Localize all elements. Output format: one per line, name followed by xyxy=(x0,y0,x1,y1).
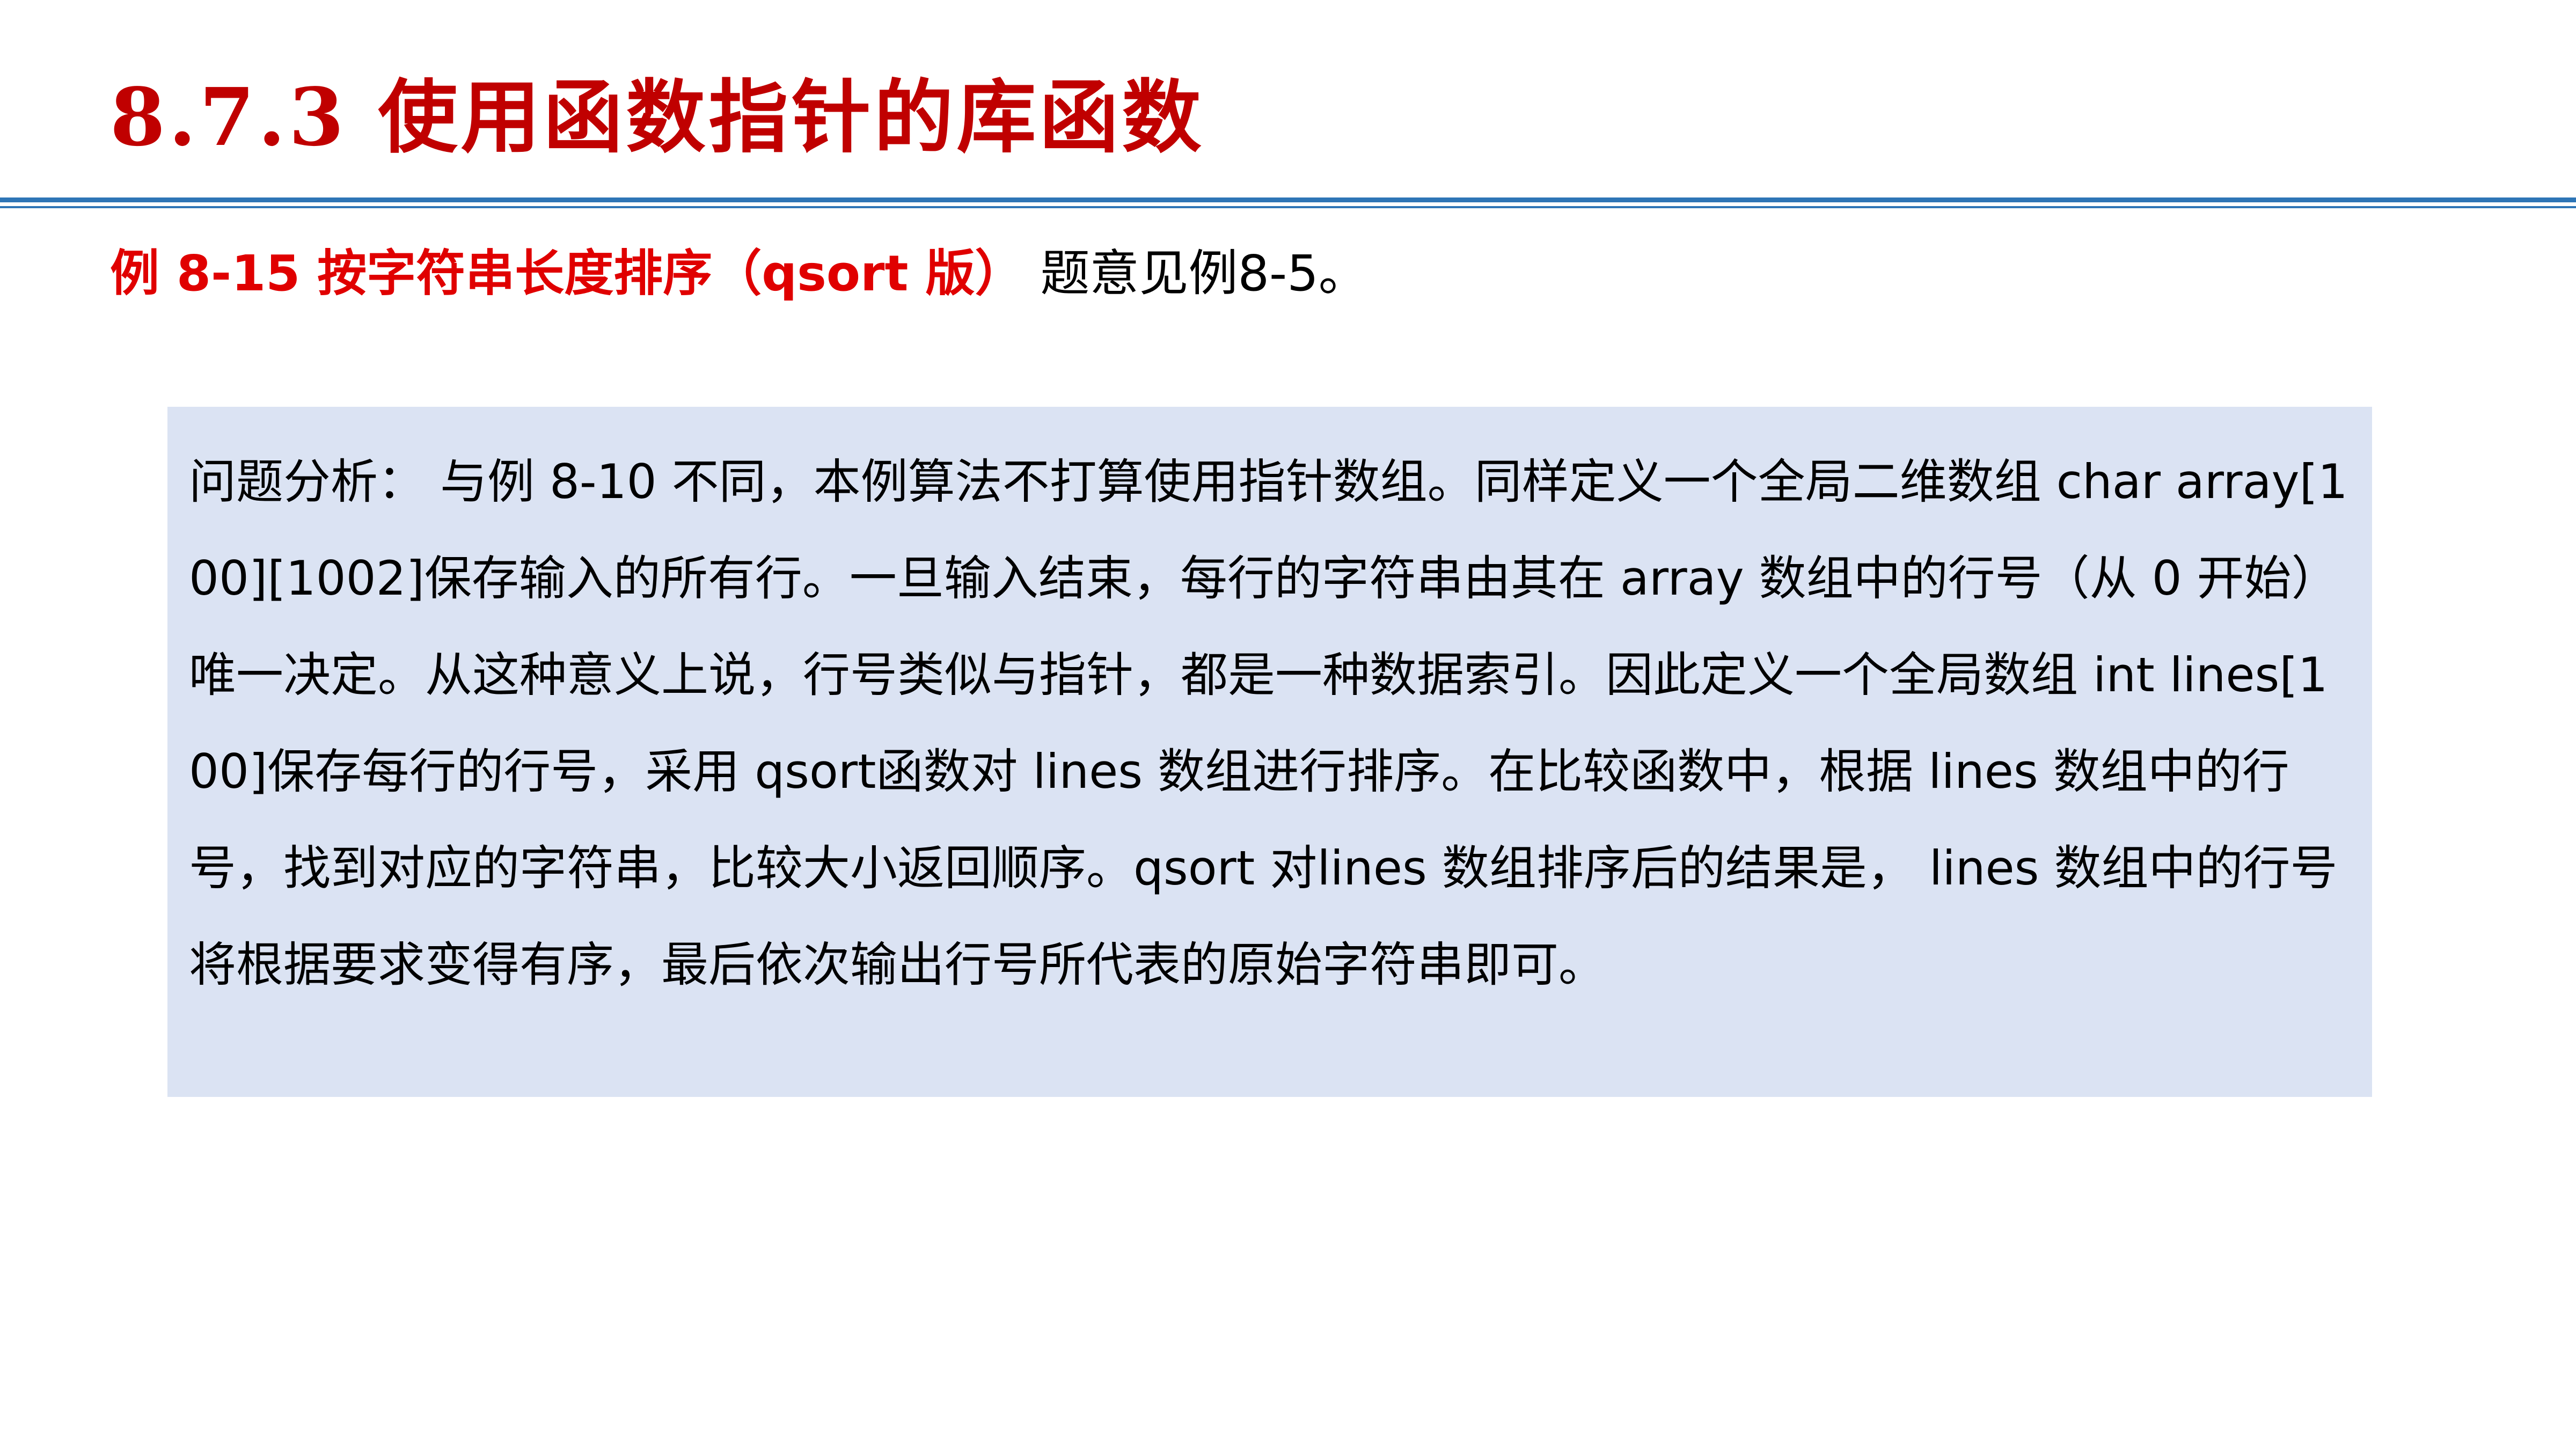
analysis-box: 问题分析： 与例 8-10 不同，本例算法不打算使用指针数组。同样定义一个全局二… xyxy=(167,407,2372,1097)
example-heading: 例 8-15 按字符串长度排序（qsort 版） xyxy=(110,245,1024,302)
title-divider-thin xyxy=(0,206,2576,208)
slide-title: 8.7.3 使用函数指针的库函数 xyxy=(110,70,1205,164)
example-note: 题意见例8-5。 xyxy=(1040,245,1368,302)
analysis-text: 问题分析： 与例 8-10 不同，本例算法不打算使用指针数组。同样定义一个全局二… xyxy=(189,454,2348,992)
example-line: 例 8-15 按字符串长度排序（qsort 版） 题意见例8-5。 xyxy=(110,236,1368,311)
title-divider-thick xyxy=(0,197,2576,202)
